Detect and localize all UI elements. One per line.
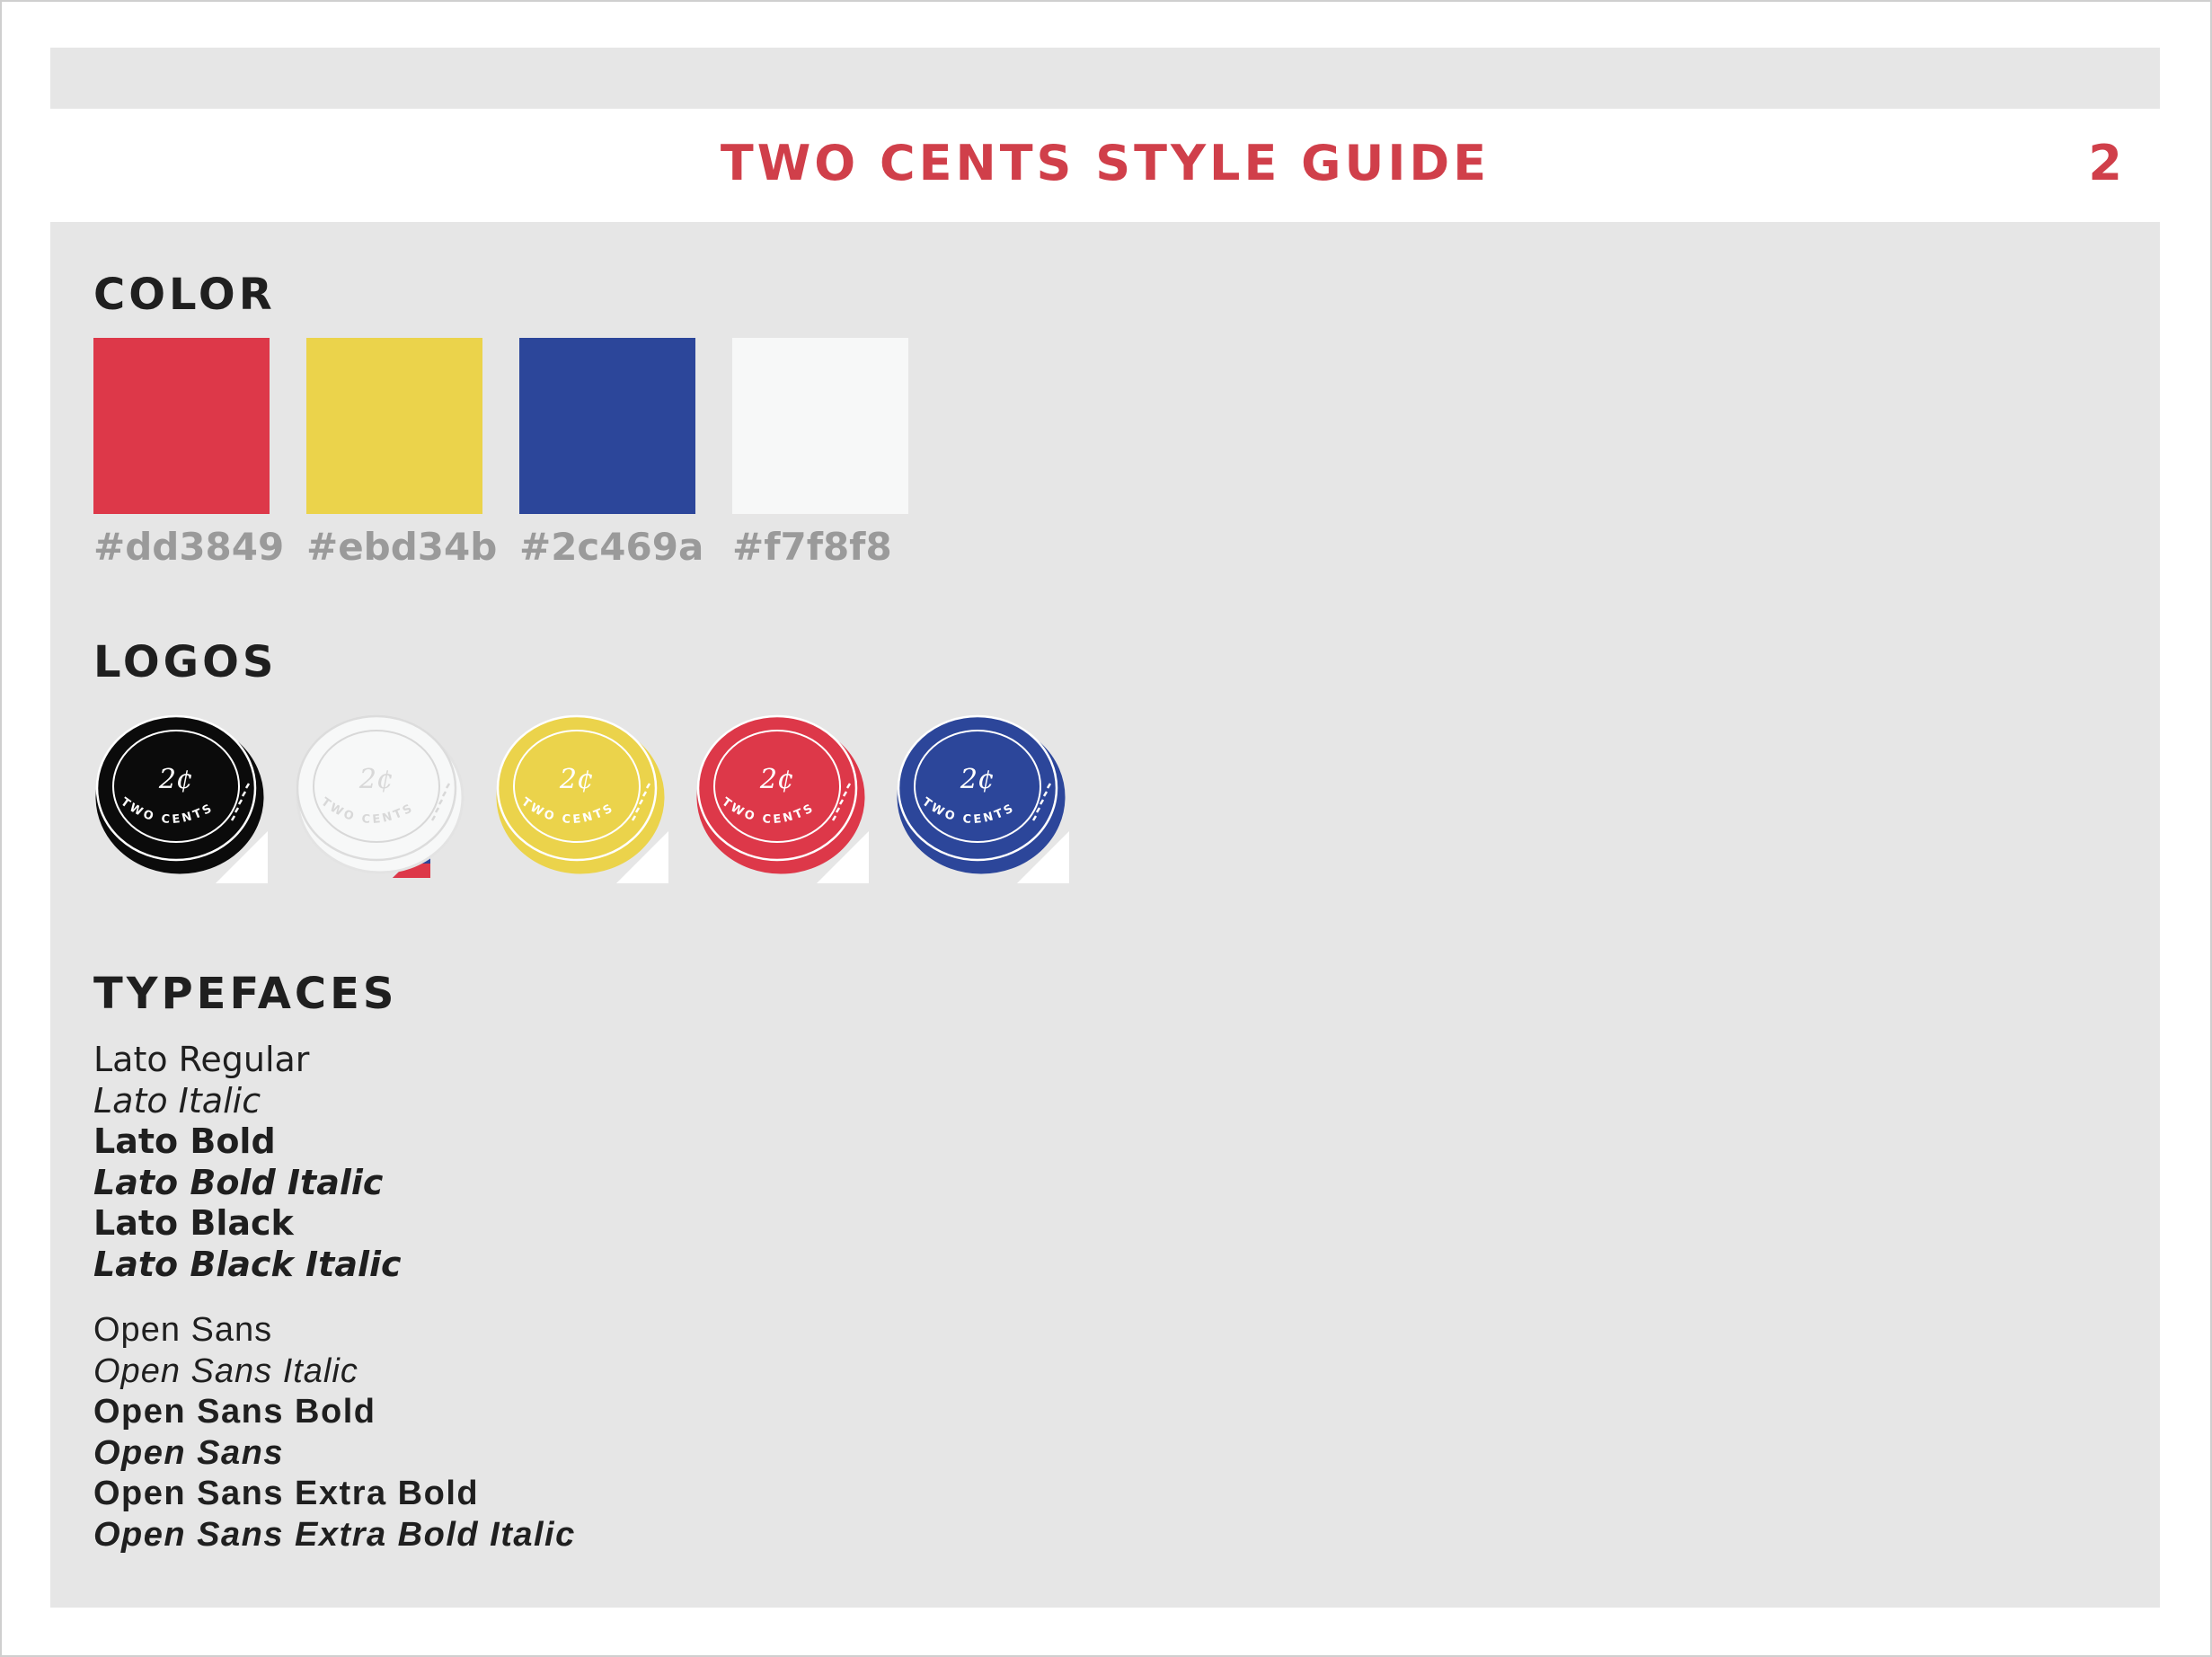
typeface-sample: Lato Regular: [93, 1040, 310, 1079]
page-number: 2: [2088, 135, 2122, 191]
typeface-sample: Lato Bold Italic: [93, 1162, 384, 1202]
swatch-box: [306, 338, 482, 514]
typeface-sample: Open Sans Extra Bold Italic: [93, 1515, 576, 1554]
logo-white: 2¢ TWO CENTS: [292, 707, 468, 883]
logo-mark: 2¢: [759, 764, 794, 795]
logo-mark: 2¢: [158, 764, 193, 795]
coin-logo-icon: 2¢TWO CENTS: [496, 714, 668, 883]
coin-logo-icon: 2¢TWO CENTS: [696, 714, 869, 883]
color-swatch: #ebd34b: [306, 338, 498, 569]
coin-logo-icon: 2¢TWO CENTS: [296, 714, 465, 878]
logo-yellow: 2¢ TWO CENTS: [492, 707, 668, 883]
coin-logo-icon: 2¢TWO CENTS: [897, 714, 1069, 883]
typeface-sample: Lato Black: [93, 1203, 294, 1243]
swatch-hex-label: #2c469a: [519, 525, 704, 569]
typeface-sample: Open Sans Extra Bold: [93, 1475, 480, 1512]
section-heading-logos: LOGOS: [93, 637, 278, 687]
color-swatch: #2c469a: [519, 338, 704, 569]
section-heading-typefaces: TYPEFACES: [93, 969, 398, 1019]
swatch-hex-label: #f7f8f8: [732, 525, 892, 569]
swatch-box: [732, 338, 908, 514]
logo-mark: 2¢: [559, 764, 594, 795]
page-header: TWO CENTS STYLE GUIDE 2: [50, 109, 2160, 222]
swatch-box: [519, 338, 695, 514]
top-bar: [50, 48, 2160, 109]
logo-blue: 2¢ TWO CENTS: [893, 707, 1069, 883]
main-panel: COLOR #dd3849 #ebd34b #2c469a #f7f8f8 LO…: [50, 222, 2160, 1608]
logo-mark: 2¢: [960, 764, 995, 795]
coin-logo-icon: 2¢TWO CENTS: [95, 714, 268, 883]
logo-mark: 2¢: [358, 764, 394, 795]
typeface-sample: Lato Black Italic: [93, 1244, 402, 1284]
color-swatches: #dd3849 #ebd34b #2c469a #f7f8f8: [93, 338, 908, 566]
color-swatch: #dd3849: [93, 338, 285, 569]
logo-row: 2¢ TWO CENTS 2¢ TWO CENTS 2¢ TWO CENTS 2¢ TWO C…: [92, 707, 1069, 883]
logo-red: 2¢ TWO CENTS: [693, 707, 869, 883]
page-title: TWO CENTS STYLE GUIDE: [720, 135, 1491, 191]
typeface-sample: Open Sans Italic: [93, 1351, 358, 1390]
swatch-box: [93, 338, 270, 514]
section-heading-color: COLOR: [93, 270, 276, 320]
typeface-sample: Open Sans: [93, 1311, 273, 1349]
typeface-sample: Lato Bold: [93, 1121, 276, 1161]
typeface-sample: Lato Italic: [93, 1080, 261, 1121]
typeface-list: Lato Regular Lato Italic Lato Bold Lato …: [93, 1040, 576, 1555]
swatch-hex-label: #dd3849: [93, 525, 285, 569]
swatch-hex-label: #ebd34b: [306, 525, 498, 569]
typeface-sample: Open Sans: [93, 1433, 284, 1472]
color-swatch: #f7f8f8: [732, 338, 908, 566]
typeface-sample: Open Sans Bold: [93, 1393, 376, 1431]
logo-black: 2¢ TWO CENTS: [92, 707, 268, 883]
